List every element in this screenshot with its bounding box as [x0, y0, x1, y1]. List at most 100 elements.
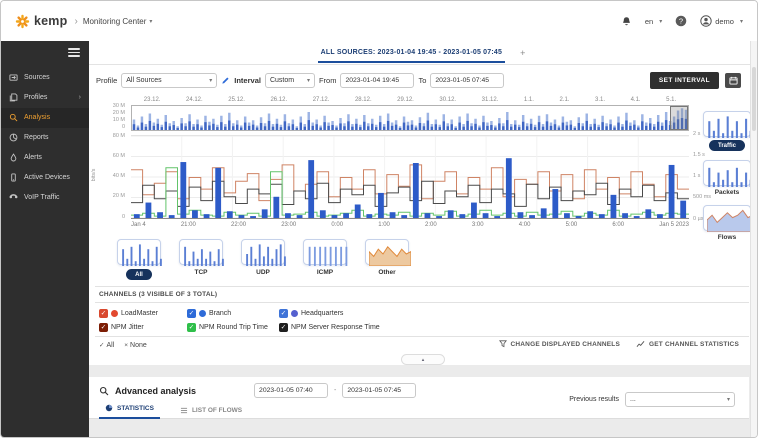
reports-icon	[9, 133, 18, 142]
tab-list-of-flows[interactable]: LIST OF FLOWS	[174, 403, 248, 419]
select-none-channels-link[interactable]: × None	[124, 341, 147, 349]
collapse-panel-button[interactable]: ▴	[401, 354, 445, 365]
advanced-from-input[interactable]	[254, 383, 328, 398]
add-tab-button[interactable]: +	[517, 48, 528, 58]
checkbox-checked-icon[interactable]: ✓	[279, 323, 288, 332]
protocol-tcp-label[interactable]: TCP	[195, 269, 208, 276]
channel-npm-jitter[interactable]: ✓ NPM Jitter	[99, 323, 187, 332]
sidebar-item-sources[interactable]: Sources	[1, 68, 89, 88]
user-menu[interactable]: demo▾	[700, 15, 743, 27]
language-selector[interactable]: en▾	[645, 17, 662, 26]
channel-color-dot	[291, 310, 298, 317]
protocol-all[interactable]: All	[117, 239, 161, 289]
analysis-icon	[9, 113, 18, 122]
packets-view-label[interactable]: Packets	[715, 189, 740, 196]
bell-icon[interactable]	[621, 16, 632, 27]
protocol-tcp-chart[interactable]	[179, 239, 223, 265]
tab-statistics[interactable]: STATISTICS	[99, 400, 160, 419]
select-caret-icon: ▾	[307, 77, 310, 84]
channel-npm-server-response-time[interactable]: ✓ NPM Server Response Time	[279, 323, 380, 332]
change-displayed-channels-button[interactable]: CHANGE DISPLAYED CHANNELS	[499, 340, 621, 348]
edit-profile-icon[interactable]	[221, 76, 230, 85]
get-channel-statistics-button[interactable]: GET CHANNEL STATISTICS	[636, 340, 739, 348]
protocol-icmp[interactable]: ICMP	[303, 239, 347, 289]
sidebar-item-voip-traffic[interactable]: VoIP Traffic	[1, 188, 89, 208]
protocol-all-label[interactable]: All	[126, 269, 152, 280]
flows-view-label[interactable]: Flows	[718, 234, 736, 241]
packets-view-button[interactable]	[703, 160, 751, 186]
sidebar-item-profiles[interactable]: Profiles ›	[1, 88, 89, 108]
flows-view-button[interactable]	[703, 205, 751, 231]
source-tabbar: ALL SOURCES: 2023-01-04 19:45 - 2023-01-…	[89, 41, 757, 65]
sidebar: Sources Profiles › Analysis Reports Aler…	[1, 41, 89, 437]
channel-headquarters[interactable]: ✓ Headquarters	[279, 309, 380, 318]
traffic-view-label[interactable]: Traffic	[709, 140, 745, 151]
select-all-channels-link[interactable]: ✓ All	[99, 341, 114, 349]
profile-select[interactable]: All Sources▾	[121, 73, 217, 88]
calendar-icon	[729, 76, 738, 85]
brand-name: kemp	[34, 14, 67, 28]
protocol-other-chart[interactable]	[365, 239, 409, 265]
checkbox-checked-icon[interactable]: ✓	[99, 323, 108, 332]
main-chart-y-label: bits/s	[91, 160, 97, 190]
channel-color-dot	[111, 310, 118, 317]
scrollbar[interactable]	[750, 41, 757, 437]
kemp-logo-icon	[15, 14, 30, 29]
channel-color-dot	[199, 310, 206, 317]
to-datetime-input[interactable]	[430, 73, 504, 88]
timeline-selection-brush[interactable]	[670, 106, 688, 130]
divider	[95, 286, 749, 287]
channels-grid: ✓ LoadMaster ✓ Branch ✓ Headquarters ✓ N…	[99, 306, 380, 334]
scrollbar-thumb[interactable]	[752, 67, 756, 131]
timeline-y-axis: 30 M20 M10 M0	[89, 104, 127, 131]
timeline-overview-chart[interactable]	[131, 105, 689, 131]
protocol-other-label[interactable]: Other	[378, 269, 395, 276]
sidebar-toggle-icon[interactable]	[68, 48, 80, 59]
interval-select[interactable]: Custom▾	[265, 73, 315, 88]
breadcrumb[interactable]: Monitoring Center	[83, 17, 147, 26]
checkbox-checked-icon[interactable]: ✓	[187, 323, 196, 332]
language-caret-icon: ▾	[659, 18, 662, 25]
advanced-analysis-title: Advanced analysis	[115, 386, 196, 396]
channel-npm-round-trip-time[interactable]: ✓ NPM Round Trip Time	[187, 323, 279, 332]
sidebar-item-active-devices[interactable]: Active Devices	[1, 168, 89, 188]
sidebar-item-reports[interactable]: Reports	[1, 128, 89, 148]
sidebar-item-alerts[interactable]: Alerts	[1, 148, 89, 168]
from-label: From	[319, 76, 337, 85]
user-icon	[700, 15, 712, 27]
topbar: kemp › Monitoring Center ▾ en▾ ?	[1, 1, 757, 41]
from-datetime-input[interactable]	[340, 73, 414, 88]
traffic-view-button[interactable]	[703, 111, 751, 137]
select-caret-icon: ▾	[209, 77, 212, 84]
protocol-udp-chart[interactable]	[241, 239, 285, 265]
calendar-button[interactable]	[725, 73, 741, 88]
previous-results-select[interactable]: ...▾	[625, 392, 735, 407]
checkbox-checked-icon[interactable]: ✓	[99, 309, 108, 318]
previous-results-label: Previous results	[569, 396, 619, 403]
funnel-icon	[499, 340, 507, 348]
help-icon[interactable]: ?	[675, 15, 687, 27]
main-chart[interactable]	[131, 135, 689, 219]
profiles-icon	[9, 93, 18, 102]
protocol-icmp-label[interactable]: ICMP	[317, 269, 333, 276]
channel-branch[interactable]: ✓ Branch	[187, 309, 279, 318]
checkbox-checked-icon[interactable]: ✓	[279, 309, 288, 318]
protocol-udp-label[interactable]: UDP	[256, 269, 270, 276]
select-caret-icon: ▾	[727, 396, 730, 403]
channel-loadmaster[interactable]: ✓ LoadMaster	[99, 309, 187, 318]
set-interval-button[interactable]: SET INTERVAL	[650, 72, 719, 89]
protocol-other[interactable]: Other	[365, 239, 409, 289]
protocol-tcp[interactable]: TCP	[179, 239, 223, 289]
sidebar-item-analysis[interactable]: Analysis	[1, 108, 89, 128]
tab-all-sources[interactable]: ALL SOURCES: 2023-01-04 19:45 - 2023-01-…	[318, 42, 505, 63]
advanced-to-input[interactable]	[342, 383, 416, 398]
sources-icon	[9, 73, 18, 82]
view-switcher: Traffic Packets Flows	[700, 111, 754, 250]
checkbox-checked-icon[interactable]: ✓	[187, 309, 196, 318]
protocol-udp[interactable]: UDP	[241, 239, 285, 289]
breadcrumb-caret-icon[interactable]: ▾	[149, 18, 152, 25]
protocol-all-chart[interactable]	[117, 239, 161, 265]
protocol-icmp-chart[interactable]	[303, 239, 347, 265]
brand[interactable]: kemp	[15, 14, 67, 29]
interval-label: Interval	[234, 76, 261, 85]
